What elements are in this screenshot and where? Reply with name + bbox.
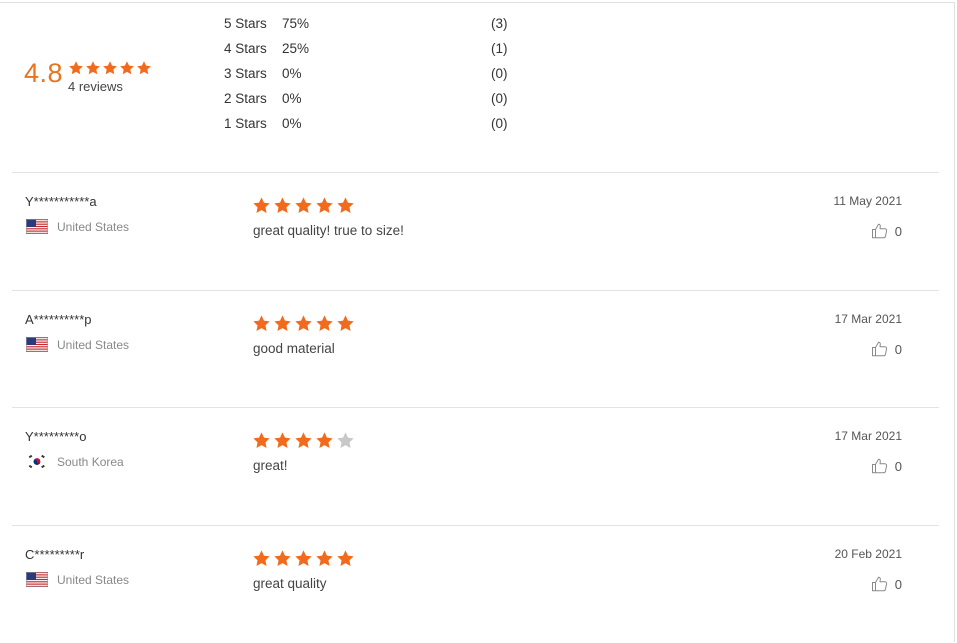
distribution-label: 3 Stars <box>224 66 267 81</box>
distribution-count: (0) <box>491 91 508 106</box>
helpful-button[interactable]: 0 <box>871 457 902 475</box>
star-filled-icon <box>336 196 357 220</box>
distribution-label: 5 Stars <box>224 16 267 31</box>
thumbs-up-icon <box>871 222 895 240</box>
distribution-percent: 75% <box>282 16 310 31</box>
review-item: C*********r United States great quality … <box>0 526 957 643</box>
distribution-count: (0) <box>491 66 508 81</box>
star-filled-icon <box>252 196 273 220</box>
like-count: 0 <box>894 341 902 357</box>
star-filled-icon <box>294 431 315 455</box>
star-filled-icon <box>252 431 273 455</box>
star-filled-icon <box>136 60 153 81</box>
star-filled-icon <box>273 196 294 220</box>
helpful-button[interactable]: 0 <box>871 222 902 240</box>
review-stars <box>252 549 357 573</box>
reviewer-country: United States <box>26 219 129 234</box>
star-filled-icon <box>294 549 315 573</box>
distribution-percent: 0% <box>282 116 302 131</box>
review-item: Y*********o South Korea great! 17 Mar 20… <box>0 408 957 525</box>
distribution-count: (3) <box>491 16 508 31</box>
star-filled-icon <box>119 60 136 81</box>
review-count: 4 reviews <box>68 79 123 94</box>
star-filled-icon <box>336 549 357 573</box>
distribution-percent: 25% <box>282 41 310 56</box>
thumbs-up-icon <box>871 575 895 593</box>
distribution-percent: 0% <box>282 91 302 106</box>
like-count: 0 <box>894 223 902 239</box>
review-text: great quality! true to size! <box>253 223 404 238</box>
helpful-button[interactable]: 0 <box>871 575 902 593</box>
country-name: United States <box>57 337 130 352</box>
review-date: 17 Mar 2021 <box>834 429 902 443</box>
review-date: 17 Mar 2021 <box>834 312 902 326</box>
thumbs-up-icon <box>871 457 895 475</box>
reviewer-name: C*********r <box>25 547 85 562</box>
helpful-button[interactable]: 0 <box>871 340 902 358</box>
star-filled-icon <box>102 60 119 81</box>
review-item: Y***********a United States great qualit… <box>0 173 957 290</box>
distribution-count: (1) <box>491 41 508 56</box>
review-text: good material <box>253 341 335 356</box>
kr-flag-icon <box>26 454 48 469</box>
reviewer-country: South Korea <box>26 454 124 469</box>
reviewer-name: Y*********o <box>25 429 87 444</box>
review-text: great quality <box>253 576 327 591</box>
star-filled-icon <box>68 60 85 81</box>
average-rating: 4.8 <box>24 58 64 88</box>
distribution-label: 1 Stars <box>224 116 267 131</box>
star-filled-icon <box>273 431 294 455</box>
thumbs-up-icon <box>871 340 895 358</box>
review-stars <box>252 196 357 220</box>
star-filled-icon <box>315 549 336 573</box>
us-flag-icon <box>26 337 48 352</box>
star-filled-icon <box>252 549 273 573</box>
star-filled-icon <box>315 431 336 455</box>
reviewer-name: Y***********a <box>25 194 97 209</box>
star-filled-icon <box>315 314 336 338</box>
review-stars <box>252 431 357 455</box>
country-name: United States <box>57 219 130 234</box>
distribution-label: 2 Stars <box>224 91 267 106</box>
us-flag-icon <box>26 219 48 234</box>
star-filled-icon <box>273 549 294 573</box>
review-stars <box>252 314 357 338</box>
distribution-label: 4 Stars <box>224 41 267 56</box>
star-filled-icon <box>336 314 357 338</box>
review-text: great! <box>253 458 288 473</box>
star-filled-icon <box>252 314 273 338</box>
star-filled-icon <box>294 196 315 220</box>
distribution-count: (0) <box>491 116 508 131</box>
star-filled-icon <box>85 60 102 81</box>
country-name: South Korea <box>57 454 124 469</box>
distribution-percent: 0% <box>282 66 302 81</box>
reviewer-name: A**********p <box>25 312 92 327</box>
review-date: 20 Feb 2021 <box>834 547 902 561</box>
star-filled-icon <box>273 314 294 338</box>
country-name: United States <box>57 572 130 587</box>
review-date: 11 May 2021 <box>833 194 903 208</box>
star-filled-icon <box>294 314 315 338</box>
reviewer-country: United States <box>26 572 129 587</box>
like-count: 0 <box>894 458 902 474</box>
reviewer-country: United States <box>26 337 129 352</box>
star-empty-icon <box>336 431 357 455</box>
review-item: A**********p United States good material… <box>0 291 957 408</box>
average-stars <box>68 60 153 81</box>
like-count: 0 <box>894 576 902 592</box>
star-filled-icon <box>315 196 336 220</box>
us-flag-icon <box>26 572 48 587</box>
rating-summary: 4.8 4 reviews 5 Stars 75% (3) 4 Stars 25… <box>0 0 957 170</box>
